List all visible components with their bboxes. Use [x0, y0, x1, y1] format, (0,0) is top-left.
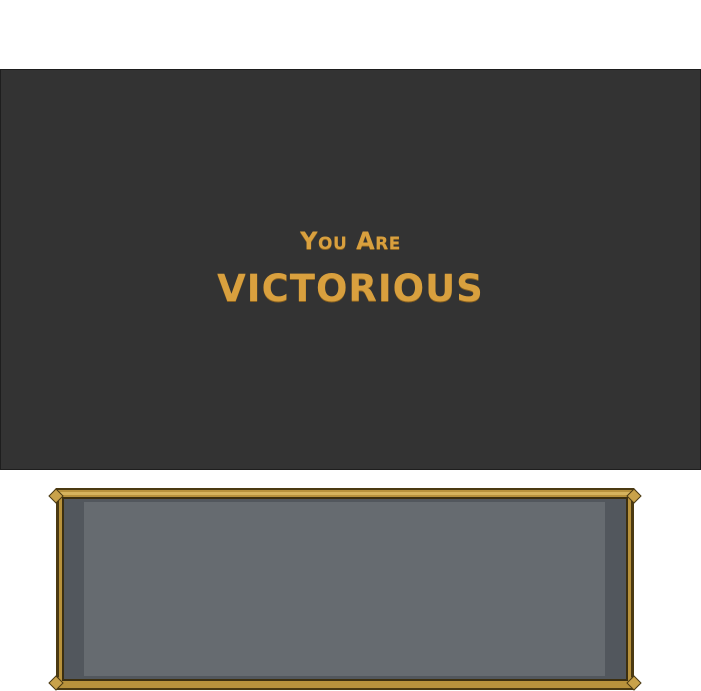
victory-screen: You Are VICTORIOUS [0, 69, 701, 470]
frame-top-highlight [60, 492, 630, 495]
panel-fill [84, 502, 605, 676]
game-stage: You Are VICTORIOUS [0, 0, 701, 691]
victory-title-line-1: You Are [300, 227, 401, 255]
frame-graphic [48, 488, 642, 691]
ornate-frame-panel [48, 486, 642, 691]
victory-title-line-2: VICTORIOUS [217, 267, 484, 310]
